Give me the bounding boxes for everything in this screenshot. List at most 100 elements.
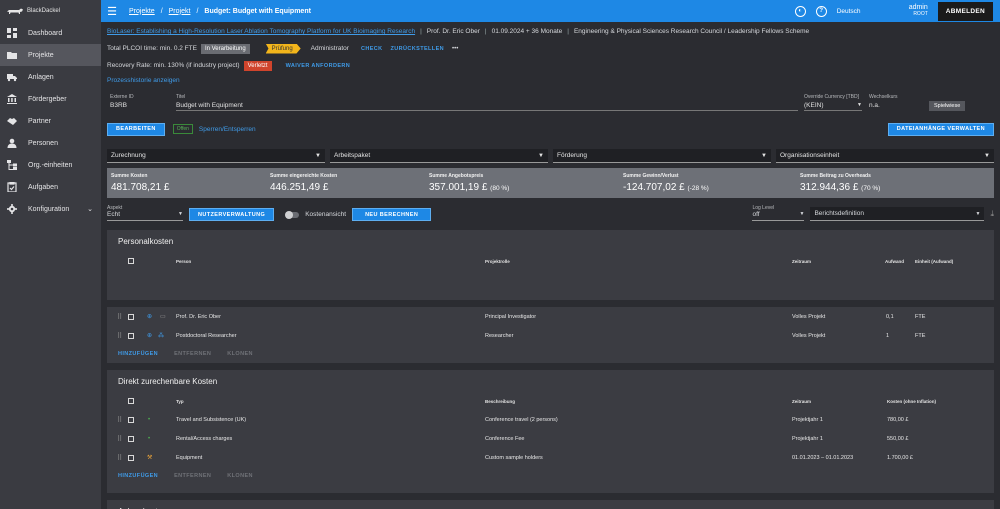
row-checkbox[interactable] <box>128 332 134 339</box>
asset-costs-title: Anlagekosten <box>118 500 983 509</box>
user-management-button[interactable]: NUTZERVERWALTUNG <box>189 208 275 221</box>
filter-arbeitspaket[interactable]: Arbeitspaket ▼ <box>330 149 548 163</box>
sidebar-item-partner[interactable]: Partner <box>0 110 101 132</box>
table-row[interactable]: ⠿ ⊕ ⁂ Postdoctoral Researcher Researcher… <box>117 326 983 345</box>
lock-unlock-link[interactable]: Sperren/Entsperren <box>199 126 256 133</box>
exchange-rate-value: n.a. <box>869 102 880 109</box>
app-logo[interactable]: BlackDackel <box>0 0 101 22</box>
report-definition-select[interactable]: Berichtsdefinition ▼ <box>810 207 985 221</box>
row-checkbox[interactable] <box>128 454 134 461</box>
chevron-down-icon[interactable]: ⌄ <box>87 205 93 213</box>
logout-button[interactable]: ABMELDEN <box>937 1 993 21</box>
comment-icon[interactable]: ▭ <box>160 313 166 320</box>
add-button[interactable]: HINZUFÜGEN <box>118 351 158 357</box>
sidebar-item-anlagen[interactable]: Anlagen <box>0 66 101 88</box>
title-field[interactable]: Titel Budget with Equipment <box>176 94 798 111</box>
sum-percentage: (80 %) <box>490 185 510 192</box>
aspect-select[interactable]: Aspekt Echt ▼ <box>107 205 183 221</box>
process-history-link[interactable]: Prozesshistorie anzeigen <box>107 77 994 84</box>
gear-icon <box>6 203 18 215</box>
sum-costs: Summe Kosten 481.708,21 £ <box>111 168 270 198</box>
sum-percentage: (70 %) <box>861 185 881 192</box>
help-icon[interactable]: ? <box>815 5 827 17</box>
drag-handle-icon[interactable]: ⠿ <box>117 313 122 321</box>
sidebar-item-org-einheiten[interactable]: Org.-einheiten <box>0 154 101 176</box>
sidebar-item-dashboard[interactable]: Dashboard <box>0 22 101 44</box>
cost-view-toggle[interactable] <box>285 210 300 219</box>
table-row[interactable]: ⠿ ⚒ Equipment Custom sample holders 01.0… <box>117 448 983 467</box>
currency-field[interactable]: Override Currency [TBD] (KEIN) ▼ <box>804 94 862 111</box>
unit-cell: FTE <box>915 313 926 320</box>
log-level-select[interactable]: Log Level off ▼ <box>752 205 805 221</box>
table-row[interactable]: ⠿ ⊕ ▭ Prof. Dr. Eric Ober Principal Inve… <box>117 307 983 326</box>
separator: | <box>420 28 422 35</box>
project-title-link[interactable]: BioLaser: Establishing a High-Resolution… <box>107 28 415 35</box>
project-pi: Prof. Dr. Eric Ober <box>426 28 480 35</box>
exchange-rate-field: Wechselkurs n.a. <box>869 94 919 111</box>
sidebar-item-aufgaben[interactable]: Aufgaben <box>0 176 101 198</box>
title-value: Budget with Equipment <box>176 102 798 111</box>
more-options-icon[interactable]: ••• <box>452 46 458 52</box>
recalculate-button[interactable]: NEU BERECHNEN <box>352 208 432 221</box>
row-checkbox[interactable] <box>128 313 134 320</box>
plcoi-text: Total PLCOI time: min. 0.2 FTE <box>107 45 197 52</box>
drag-handle-icon[interactable]: ⠿ <box>117 454 122 462</box>
reset-button[interactable]: ZURÜCKSTELLEN <box>391 46 444 52</box>
cost-view-label: Kostenansicht <box>305 211 347 218</box>
org-icon <box>6 159 18 171</box>
personal-costs-card: Personalkosten Person Projektrolle Zeitr… <box>107 230 994 300</box>
select-all-checkbox[interactable] <box>128 258 134 264</box>
table-row[interactable]: ⠿ • Rental/Access charges Conference Fee… <box>117 429 983 448</box>
sidebar-item-label: Partner <box>28 117 51 125</box>
playground-button[interactable]: Spielwiese <box>929 101 966 111</box>
main-content: BioLaser: Establishing a High-Resolution… <box>101 22 1000 509</box>
sidebar-item-projekte[interactable]: Projekte <box>0 44 101 66</box>
filter-organisationseinheit[interactable]: Organisationseinheit ▼ <box>776 149 994 163</box>
waiver-button[interactable]: WAIVER ANFORDERN <box>286 63 351 69</box>
row-checkbox[interactable] <box>128 435 134 442</box>
filter-zurechnung[interactable]: Zurechnung ▼ <box>107 149 325 163</box>
dropdown-arrow-icon: ▼ <box>538 152 544 159</box>
breadcrumb-separator: / <box>196 7 199 15</box>
add-button[interactable]: HINZUFÜGEN <box>118 473 158 479</box>
stage-badge: Prüfung <box>265 43 301 54</box>
external-id-field[interactable]: Externe ID B3RB <box>110 94 170 111</box>
breadcrumb-projekte[interactable]: Projekte <box>129 8 155 15</box>
check-button[interactable]: CHECK <box>361 46 383 52</box>
sum-value: 446.251,49 £ <box>270 182 429 193</box>
drag-handle-icon[interactable]: ⠿ <box>117 416 122 424</box>
table-actions: HINZUFÜGEN ENTFERNEN KLONEN <box>118 345 983 363</box>
download-icon[interactable]: ⤓ <box>990 209 994 219</box>
table-actions: HINZUFÜGEN ENTFERNEN KLONEN <box>118 467 983 485</box>
edit-button[interactable]: BEARBEITEN <box>107 122 165 136</box>
row-checkbox[interactable] <box>128 416 134 423</box>
drag-handle-icon[interactable]: ⠿ <box>117 332 122 340</box>
theme-toggle-icon[interactable]: ◐ <box>794 5 806 17</box>
currency-select[interactable]: (KEIN) ▼ <box>804 102 862 111</box>
period-cell: Volles Projekt <box>792 332 826 339</box>
menu-icon[interactable]: ☰ <box>101 5 123 18</box>
breadcrumb-projekt[interactable]: Projekt <box>169 8 191 15</box>
filter-foerderung[interactable]: Förderung ▼ <box>553 149 771 163</box>
drag-handle-icon[interactable]: ⠿ <box>117 435 122 443</box>
table-row[interactable]: ⠿ • Travel and Subsistence (UK) Conferen… <box>117 410 983 429</box>
sidebar-item-personen[interactable]: Personen <box>0 132 101 154</box>
sum-amount: 312.944,36 £ <box>800 182 859 193</box>
effort-cell: 0,1 <box>886 313 894 320</box>
sum-percentage: (-28 %) <box>687 185 709 192</box>
select-all-checkbox[interactable] <box>128 398 134 404</box>
sum-value: 312.944,36 £ (70 %) <box>800 182 990 193</box>
manage-attachments-button[interactable]: DATEIANHÄNGE VERWALTEN <box>887 122 994 136</box>
user-menu[interactable]: admin ROOT <box>909 4 928 18</box>
sidebar-item-foerdergeber[interactable]: Fördergeber <box>0 88 101 110</box>
remove-button[interactable]: ENTFERNEN <box>174 351 211 357</box>
clone-button[interactable]: KLONEN <box>227 473 253 479</box>
sum-label: Summe Gewinn/Verlust <box>623 173 679 179</box>
language-select[interactable]: Deutsch <box>837 8 899 15</box>
remove-button[interactable]: ENTFERNEN <box>174 473 211 479</box>
sum-profit-loss: Summe Gewinn/Verlust -124.707,02 £ (-28 … <box>623 168 800 198</box>
column-header: Kosten (ohne Inflation) <box>887 398 936 404</box>
sidebar-item-konfiguration[interactable]: Konfiguration ⌄ <box>0 198 101 220</box>
project-funder: Engineering & Physical Sciences Research… <box>573 28 810 35</box>
clone-button[interactable]: KLONEN <box>227 351 253 357</box>
